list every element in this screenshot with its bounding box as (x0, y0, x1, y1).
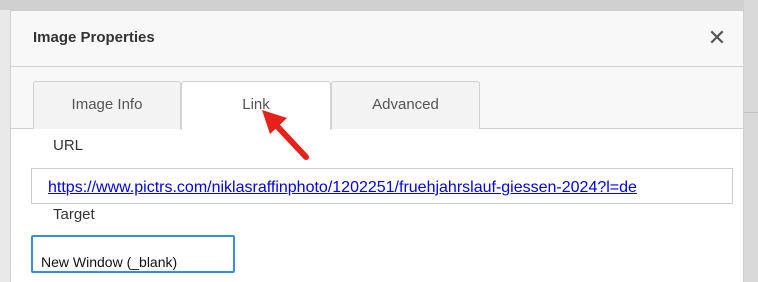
background-top-bar (0, 0, 758, 10)
target-label: Target (53, 206, 95, 223)
url-input[interactable]: https://www.pictrs.com/niklasraffinphoto… (31, 168, 733, 204)
background-right-strip (744, 0, 758, 282)
target-select[interactable]: New Window (_blank) (31, 235, 235, 273)
tab-image-info[interactable]: Image Info (33, 81, 181, 129)
target-select-value: New Window (_blank) (41, 254, 178, 270)
url-label: URL (53, 137, 84, 154)
close-icon[interactable]: ✕ (705, 26, 729, 50)
dialog-title: Image Properties (33, 29, 155, 46)
dialog-header: Image Properties ✕ (11, 11, 743, 67)
tab-link[interactable]: Link (181, 81, 331, 130)
background-divider (744, 112, 758, 113)
url-link[interactable]: https://www.pictrs.com/niklasraffinphoto… (48, 179, 637, 197)
tab-bar: Image Info Link Advanced (11, 67, 743, 130)
tab-advanced[interactable]: Advanced (331, 81, 480, 129)
